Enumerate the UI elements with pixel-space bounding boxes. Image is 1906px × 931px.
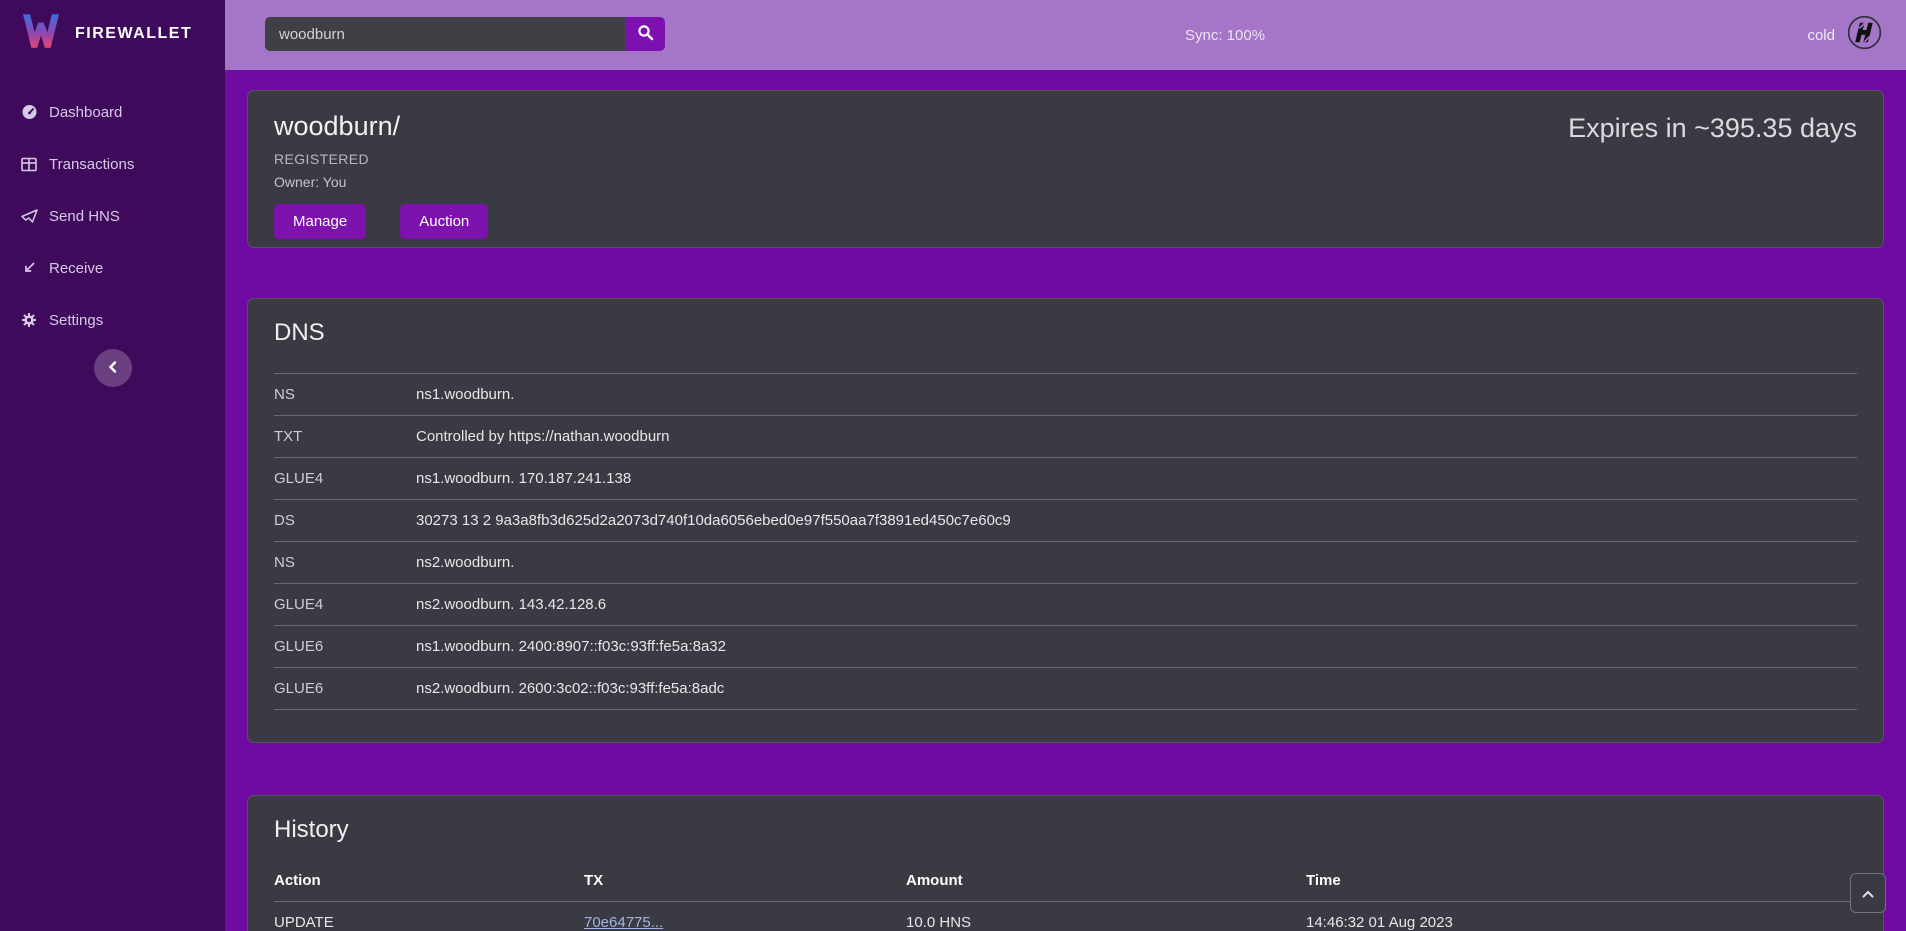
- chevron-left-icon: [107, 360, 119, 377]
- sidebar-item-dashboard[interactable]: Dashboard: [0, 86, 225, 138]
- dns-record-value: ns1.woodburn.: [416, 374, 1857, 416]
- dns-record-value: 30273 13 2 9a3a8fb3d625d2a2073d740f10da6…: [416, 500, 1857, 542]
- sidebar-nav: Dashboard Transactions Send HNS Receive: [0, 86, 225, 346]
- dns-record-type: GLUE6: [274, 668, 416, 710]
- dashboard-gauge-icon: [20, 104, 38, 120]
- transactions-table-icon: [20, 156, 38, 172]
- sidebar-item-label: Dashboard: [49, 104, 122, 121]
- receive-arrow-icon: [20, 260, 38, 276]
- domain-actions: Manage Auction: [274, 204, 1857, 239]
- dns-record-row: GLUE6 ns1.woodburn. 2400:8907::f03c:93ff…: [274, 626, 1857, 668]
- sidebar-item-label: Send HNS: [49, 208, 120, 225]
- sidebar-item-label: Settings: [49, 312, 103, 329]
- auction-button[interactable]: Auction: [400, 204, 488, 239]
- dns-record-row: NS ns1.woodburn.: [274, 374, 1857, 416]
- history-row: UPDATE 70e64775... 10.0 HNS 14:46:32 01 …: [274, 902, 1857, 931]
- manage-button[interactable]: Manage: [274, 204, 366, 239]
- dns-record-type: NS: [274, 542, 416, 584]
- history-card: History Action TX Amount Time UPDATE 70e…: [247, 795, 1884, 931]
- history-col-amount: Amount: [906, 860, 1306, 902]
- dns-record-value: ns1.woodburn. 2400:8907::f03c:93ff:fe5a:…: [416, 626, 1857, 668]
- sidebar-item-label: Transactions: [49, 156, 134, 173]
- sync-status: Sync: 100%: [1185, 0, 1265, 70]
- dns-record-type: DS: [274, 500, 416, 542]
- topbar: Sync: 100% cold: [225, 0, 1906, 70]
- domain-status: REGISTERED: [274, 151, 1857, 167]
- search-icon: [637, 24, 654, 44]
- sidebar-item-settings[interactable]: Settings: [0, 294, 225, 346]
- dns-title: DNS: [274, 319, 1857, 347]
- dns-record-row: GLUE6 ns2.woodburn. 2600:3c02::f03c:93ff…: [274, 668, 1857, 710]
- dns-record-value: ns1.woodburn. 170.187.241.138: [416, 458, 1857, 500]
- search-bar: [265, 17, 665, 51]
- history-table: Action TX Amount Time UPDATE 70e64775...…: [274, 860, 1857, 931]
- dns-record-type: GLUE4: [274, 458, 416, 500]
- history-col-action: Action: [274, 860, 584, 902]
- dns-record-type: NS: [274, 374, 416, 416]
- brand-name: FIREWALLET: [75, 25, 192, 43]
- dns-table: NS ns1.woodburn. TXT Controlled by https…: [274, 373, 1857, 710]
- history-col-time: Time: [1306, 860, 1857, 902]
- search-input[interactable]: [265, 17, 625, 51]
- dns-record-type: GLUE6: [274, 626, 416, 668]
- dns-record-row: TXT Controlled by https://nathan.woodbur…: [274, 416, 1857, 458]
- history-col-tx: TX: [584, 860, 906, 902]
- dns-record-row: NS ns2.woodburn.: [274, 542, 1857, 584]
- history-title: History: [274, 816, 1857, 844]
- dns-record-value: Controlled by https://nathan.woodburn: [416, 416, 1857, 458]
- chevron-up-icon: [1862, 886, 1874, 901]
- main-content: woodburn/ REGISTERED Owner: You Manage A…: [225, 70, 1906, 931]
- dns-record-row: DS 30273 13 2 9a3a8fb3d625d2a2073d740f10…: [274, 500, 1857, 542]
- history-amount: 10.0 HNS: [906, 902, 1306, 931]
- dns-record-type: GLUE4: [274, 584, 416, 626]
- dns-record-type: TXT: [274, 416, 416, 458]
- dns-record-row: GLUE4 ns2.woodburn. 143.42.128.6: [274, 584, 1857, 626]
- dns-record-value: ns2.woodburn. 143.42.128.6: [416, 584, 1857, 626]
- domain-owner: Owner: You: [274, 174, 1857, 190]
- scroll-to-top-button[interactable]: [1850, 873, 1886, 913]
- wallet-status[interactable]: cold: [1807, 0, 1882, 70]
- settings-gear-icon: [20, 312, 38, 328]
- sidebar-collapse-button[interactable]: [94, 349, 132, 387]
- handshake-hns-icon: [1847, 15, 1882, 55]
- domain-summary-card: woodburn/ REGISTERED Owner: You Manage A…: [247, 90, 1884, 248]
- sidebar-item-receive[interactable]: Receive: [0, 242, 225, 294]
- dns-record-value: ns2.woodburn. 2600:3c02::f03c:93ff:fe5a:…: [416, 668, 1857, 710]
- wallet-name: cold: [1807, 27, 1835, 44]
- dns-record-value: ns2.woodburn.: [416, 542, 1857, 584]
- domain-expiry: Expires in ~395.35 days: [1568, 113, 1857, 144]
- send-plane-icon: [20, 208, 38, 224]
- search-button[interactable]: [625, 17, 665, 51]
- history-time: 14:46:32 01 Aug 2023: [1306, 902, 1857, 931]
- sidebar-item-send-hns[interactable]: Send HNS: [0, 190, 225, 242]
- dns-record-row: GLUE4 ns1.woodburn. 170.187.241.138: [274, 458, 1857, 500]
- sidebar-item-transactions[interactable]: Transactions: [0, 138, 225, 190]
- history-header-row: Action TX Amount Time: [274, 860, 1857, 902]
- history-action: UPDATE: [274, 902, 584, 931]
- sidebar-item-label: Receive: [49, 260, 103, 277]
- app-logo: FIREWALLET: [0, 0, 225, 64]
- firewallet-logo-icon: [20, 13, 62, 54]
- sidebar: FIREWALLET Dashboard Transactions Send H…: [0, 0, 225, 931]
- tx-link[interactable]: 70e64775...: [584, 914, 663, 931]
- dns-card: DNS NS ns1.woodburn. TXT Controlled by h…: [247, 298, 1884, 743]
